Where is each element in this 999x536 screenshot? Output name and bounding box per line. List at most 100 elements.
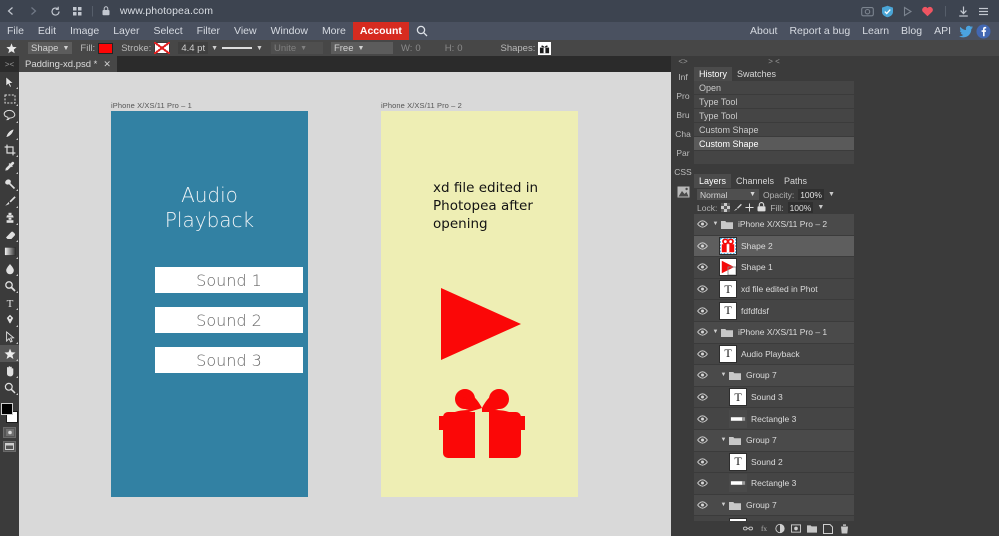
chevron-down-icon[interactable]: ▼ — [719, 502, 728, 508]
document-tab-padding-xd[interactable]: Padding-xd.psd * ✕ — [19, 56, 117, 72]
play-triangle-shape[interactable] — [439, 286, 523, 367]
type-tool[interactable]: T — [0, 294, 19, 311]
history-entry[interactable]: Custom Shape — [694, 123, 854, 137]
layer-row[interactable]: T xd file edited in Phot — [694, 278, 854, 301]
forward-arrow-icon[interactable] — [22, 0, 44, 22]
opacity-value[interactable]: 100% — [798, 189, 824, 200]
chevron-down-icon[interactable]: ▼ — [828, 191, 835, 198]
rail-tab-properties[interactable]: Pro — [672, 86, 694, 105]
reload-icon[interactable] — [44, 0, 66, 22]
canvas-viewport[interactable]: iPhone X/XS/11 Pro – 1 Audio Playback Sou… — [19, 72, 671, 536]
chevron-down-icon[interactable]: ▼ — [711, 329, 720, 335]
rail-tab-character[interactable]: Cha — [672, 124, 694, 143]
magic-wand-tool[interactable] — [0, 124, 19, 141]
chevron-down-icon[interactable]: ▼ — [256, 45, 263, 52]
fill-control[interactable]: Fill: — [80, 42, 114, 54]
eraser-tool[interactable] — [0, 226, 19, 243]
sound-button-3[interactable]: Sound 3 — [155, 347, 303, 373]
menu-item-window[interactable]: Window — [264, 22, 315, 40]
layer-row-group[interactable]: ▼ iPhone X/XS/11 Pro – 1 — [694, 321, 854, 344]
fill-color-swatch[interactable] — [98, 42, 114, 54]
chevron-down-icon[interactable]: ▼ — [817, 204, 824, 211]
tab-channels[interactable]: Channels — [731, 174, 779, 188]
eye-icon[interactable] — [694, 501, 711, 509]
path-select-tool[interactable] — [0, 328, 19, 345]
history-entry[interactable]: Type Tool — [694, 95, 854, 109]
facebook-icon[interactable] — [976, 24, 991, 39]
crop-tool[interactable] — [0, 141, 19, 158]
link-report-a-bug[interactable]: Report a bug — [783, 25, 856, 37]
eye-icon[interactable] — [694, 350, 711, 358]
rail-tab-info[interactable]: Inf — [672, 67, 694, 86]
menu-item-view[interactable]: View — [227, 22, 264, 40]
shape-mode-dropdown[interactable]: Shape ▼ — [28, 42, 73, 54]
zoom-tool[interactable] — [0, 379, 19, 396]
delete-layer-icon[interactable] — [839, 523, 849, 534]
link-learn[interactable]: Learn — [856, 25, 895, 37]
lasso-tool[interactable] — [0, 107, 19, 124]
clone-stamp-tool[interactable] — [0, 209, 19, 226]
link-layers-icon[interactable] — [743, 524, 753, 534]
tab-paths[interactable]: Paths — [779, 174, 812, 188]
layer-row[interactable]: T Sound 3 — [694, 386, 854, 409]
shapes-picker[interactable]: Shapes: — [501, 41, 552, 55]
rail-tab-paragraph[interactable]: Par — [672, 143, 694, 162]
stroke-control[interactable]: Stroke: — [121, 42, 171, 54]
chevron-down-icon[interactable]: ▼ — [711, 221, 720, 227]
menu-item-more[interactable]: More — [315, 22, 353, 40]
eye-icon[interactable] — [694, 242, 711, 250]
collapse-icon[interactable]: > < — [694, 56, 854, 67]
layers-list[interactable]: ▼ iPhone X/XS/11 Pro – 2 Shape 2 Shape 1… — [694, 214, 854, 526]
active-tool-preset[interactable] — [2, 42, 20, 54]
rail-tab-css[interactable]: CSS — [672, 162, 694, 181]
eye-icon[interactable] — [694, 436, 711, 444]
color-swatches[interactable] — [0, 402, 19, 424]
link-about[interactable]: About — [744, 25, 783, 37]
link-api[interactable]: API — [928, 25, 957, 37]
fill-value[interactable]: 100% — [787, 202, 814, 213]
width-field[interactable]: W: 0 — [401, 43, 421, 54]
tab-layers[interactable]: Layers — [694, 174, 732, 188]
url-text[interactable]: www.photopea.com — [115, 5, 213, 17]
blur-drop-icon[interactable] — [0, 260, 19, 277]
gift-shape-icon[interactable] — [538, 41, 552, 55]
adjustment-layer-icon[interactable] — [775, 523, 785, 534]
back-arrow-icon[interactable] — [0, 0, 22, 22]
menu-item-account[interactable]: Account — [352, 22, 409, 40]
eye-icon[interactable] — [694, 414, 711, 423]
layer-row-selected[interactable]: Shape 2 — [694, 235, 854, 258]
twitter-icon[interactable] — [959, 24, 974, 39]
stroke-width-value[interactable]: 4.4 pt — [178, 42, 209, 54]
download-icon[interactable] — [957, 5, 970, 18]
sound-button-1[interactable]: Sound 1 — [155, 267, 303, 293]
menu-icon[interactable] — [977, 5, 990, 18]
pen-tool[interactable] — [0, 311, 19, 328]
screen-mode-icon[interactable] — [3, 441, 16, 452]
custom-shape-tool[interactable] — [0, 345, 19, 362]
path-operation-dropdown[interactable]: Unite ▼ — [270, 42, 323, 54]
eye-icon[interactable] — [694, 393, 711, 401]
shield-icon[interactable] — [881, 5, 894, 18]
camera-icon[interactable] — [861, 5, 874, 18]
stroke-width-control[interactable]: 4.4 pt ▼ ▼ — [178, 42, 263, 54]
chevron-down-icon[interactable]: ▼ — [211, 45, 218, 52]
history-entry[interactable]: Open — [694, 81, 854, 95]
artboard-iphone-2[interactable]: xd file edited in Photopea after opening — [381, 111, 578, 497]
link-blog[interactable]: Blog — [895, 25, 928, 37]
layer-row[interactable]: T fdfdfdsf — [694, 300, 854, 322]
eye-icon[interactable] — [694, 220, 711, 228]
eye-icon[interactable] — [694, 371, 711, 380]
eye-icon[interactable] — [694, 479, 711, 488]
foreground-color-swatch[interactable] — [1, 403, 13, 415]
layer-row[interactable]: Rectangle 3 — [694, 408, 854, 430]
spot-healing-tool[interactable] — [0, 175, 19, 192]
fx-icon[interactable]: fx — [759, 524, 769, 534]
tab-swatches[interactable]: Swatches — [732, 67, 781, 81]
hand-tool[interactable] — [0, 362, 19, 379]
layer-row[interactable]: T Sound 2 — [694, 451, 854, 474]
image-icon[interactable] — [672, 183, 694, 201]
chevron-down-icon[interactable]: ▼ — [719, 437, 728, 443]
menu-item-layer[interactable]: Layer — [106, 22, 146, 40]
eyedropper-tool[interactable] — [0, 158, 19, 175]
eye-icon[interactable] — [694, 307, 711, 315]
